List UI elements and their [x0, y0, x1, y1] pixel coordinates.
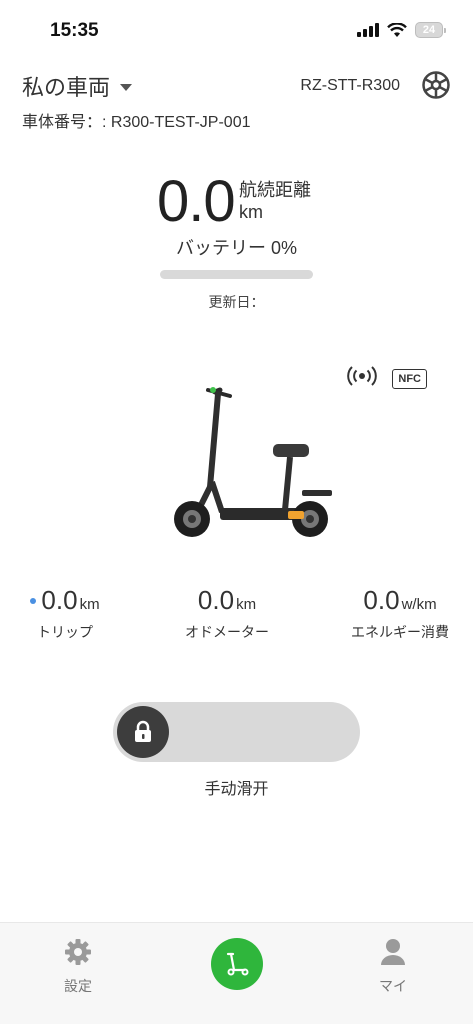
unlock-slider-caption: 手动滑开 [204, 781, 269, 798]
chevron-down-icon [120, 83, 133, 91]
stat-unit: km [236, 596, 257, 613]
stats-row: 0.0 km トリップ 0.0 km オドメーター 0.0 w/km エネルギー… [0, 585, 473, 645]
cellular-signal-icon [357, 23, 379, 37]
bottom-tab-bar: 設定 マイ [0, 922, 473, 1024]
stat-energy-consumption[interactable]: 0.0 w/km エネルギー消費 [340, 585, 460, 642]
model-code: RZ-STT-R300 [300, 77, 400, 94]
updated-date: 更新日： [208, 294, 265, 310]
stat-label: オドメーター [185, 624, 269, 640]
unlock-slider-track[interactable] [113, 702, 360, 762]
stat-unit: w/km [401, 596, 437, 613]
battery-progress-bar [160, 270, 313, 279]
stat-odometer[interactable]: 0.0 km オドメーター [172, 585, 282, 642]
vehicle-selector[interactable]: 私の車両 [22, 70, 133, 102]
gear-icon [65, 939, 91, 965]
battery-level: 24 [422, 24, 436, 36]
range-unit: km [239, 202, 263, 222]
unlock-slider-knob[interactable] [117, 706, 169, 758]
status-time: 15:35 [50, 20, 99, 41]
tab-scooter[interactable] [211, 938, 263, 990]
person-icon [381, 939, 405, 965]
stat-value: 0.0 [197, 585, 235, 615]
tab-me[interactable]: マイ [353, 937, 433, 996]
range-label: 航続距離 [239, 180, 311, 200]
status-icons: 24 [357, 22, 446, 38]
range-display: 0.0 航続距離 km [0, 168, 473, 238]
battery-icon: 24 [415, 22, 446, 38]
stat-value: 0.0 [41, 585, 78, 615]
status-bar: 15:35 24 [0, 0, 473, 62]
vehicle-name: 私の車両 [22, 75, 111, 100]
stat-unit: km [79, 596, 100, 613]
scooter-icon [226, 952, 249, 976]
stat-value: 0.0 [363, 585, 400, 615]
steering-wheel-icon[interactable] [421, 70, 451, 100]
range-value: 0.0 [157, 169, 236, 234]
wifi-icon [387, 22, 407, 38]
tab-settings-label: 設定 [64, 978, 92, 994]
stat-trip[interactable]: 0.0 km トリップ [20, 585, 110, 642]
lock-icon [135, 720, 151, 742]
vehicle-number: 車体番号：: R300-TEST-JP-001 [22, 114, 251, 131]
nfc-badge[interactable]: NFC [392, 368, 427, 389]
battery-percentage-text: バッテリー 0% [175, 238, 298, 258]
stat-label: トリップ [37, 624, 93, 640]
stat-label: エネルギー消費 [351, 624, 449, 640]
active-indicator-dot [30, 597, 37, 604]
scooter-image [160, 382, 360, 542]
tab-settings[interactable]: 設定 [38, 937, 118, 996]
tab-me-label: マイ [379, 978, 407, 994]
